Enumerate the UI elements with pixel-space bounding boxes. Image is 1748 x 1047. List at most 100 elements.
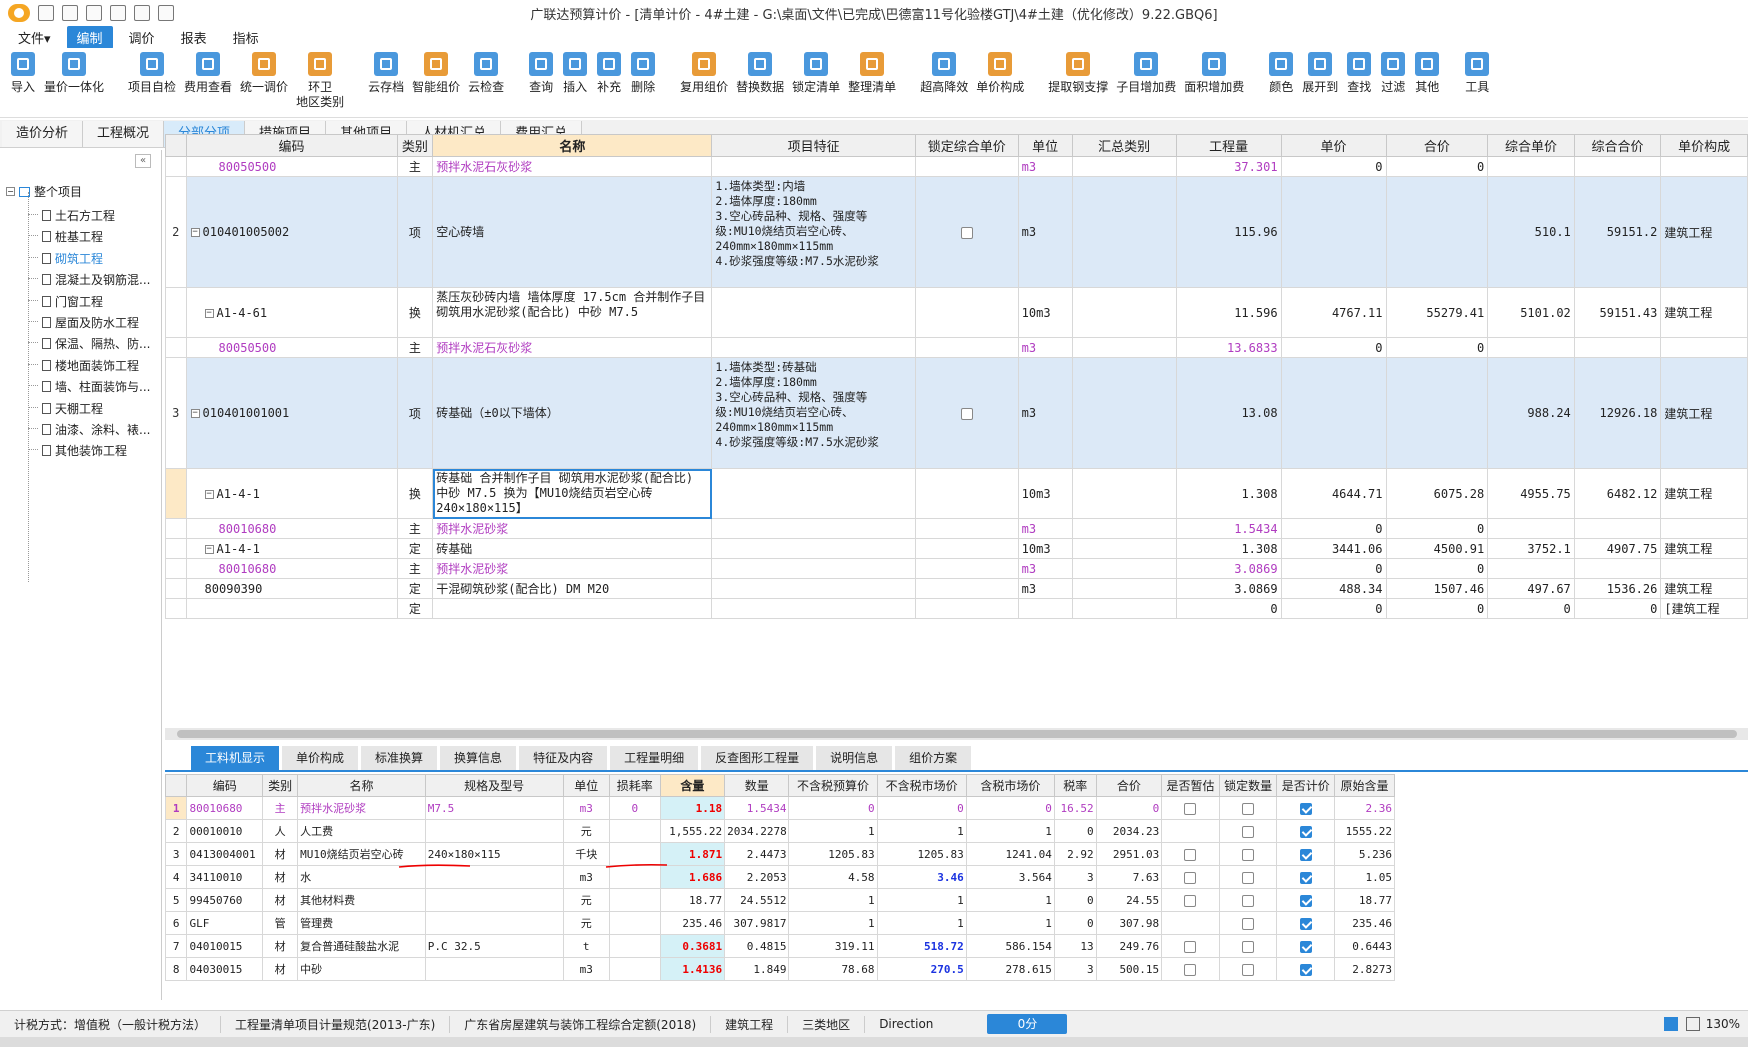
content-cell[interactable]: 1.686 bbox=[659, 865, 726, 889]
total-cell[interactable] bbox=[1385, 176, 1489, 288]
detail-tab[interactable]: 反查图形工程量 bbox=[701, 746, 814, 770]
composite-total-cell[interactable]: 59151.2 bbox=[1573, 176, 1662, 288]
column-header[interactable]: 工程量 bbox=[1175, 134, 1282, 157]
type-cell[interactable]: 材 bbox=[262, 957, 299, 981]
quantity-cell[interactable]: 0.4815 bbox=[724, 934, 790, 958]
tree-item[interactable]: 桩基工程 bbox=[28, 228, 103, 245]
lock-quantity-checkbox[interactable] bbox=[1242, 917, 1255, 930]
toolbar-button[interactable]: 查找 bbox=[1342, 48, 1376, 117]
lock-quantity-checkbox[interactable] bbox=[1242, 802, 1255, 815]
tree-item[interactable]: 土石方工程 bbox=[28, 207, 115, 224]
market-price-cell[interactable]: 3.46 bbox=[876, 865, 967, 889]
total-cell[interactable]: 500.15 bbox=[1095, 957, 1163, 981]
row-number[interactable] bbox=[165, 518, 187, 539]
tree-item[interactable]: 墙、柱面装饰与... bbox=[28, 378, 150, 395]
lock-checkbox[interactable] bbox=[960, 407, 973, 420]
price-cell[interactable]: 0 bbox=[1280, 518, 1387, 539]
bill-row[interactable]: 80010680 主预拌水泥砂浆 m3 1.5434 0 0 bbox=[165, 518, 1748, 539]
price-composition-cell[interactable]: 建筑工程 bbox=[1660, 578, 1748, 599]
original-content-cell[interactable]: 2.36 bbox=[1334, 796, 1395, 820]
unit-cell[interactable]: 10m3 bbox=[1017, 468, 1073, 519]
row-number[interactable]: 3 bbox=[165, 357, 187, 469]
feature-cell[interactable] bbox=[711, 468, 916, 519]
original-content-cell[interactable]: 2.8273 bbox=[1334, 957, 1395, 981]
tree-item[interactable]: 保温、隔热、防... bbox=[28, 335, 150, 352]
total-cell[interactable]: 2951.03 bbox=[1095, 842, 1163, 866]
total-cell[interactable]: 7.63 bbox=[1095, 865, 1163, 889]
column-header[interactable]: 名称 bbox=[297, 774, 426, 797]
column-header[interactable] bbox=[164, 774, 188, 797]
budget-price-cell[interactable]: 0 bbox=[788, 796, 878, 820]
composite-total-cell[interactable]: 6482.12 bbox=[1573, 468, 1662, 519]
menu-item[interactable]: 调价 bbox=[119, 26, 165, 49]
column-header[interactable]: 综合单价 bbox=[1487, 134, 1575, 157]
unit-cell[interactable]: 10m3 bbox=[1017, 538, 1073, 559]
tax-market-price-cell[interactable]: 1241.04 bbox=[965, 842, 1055, 866]
loss-rate-cell[interactable]: 0 bbox=[608, 796, 661, 820]
priced-checkbox[interactable] bbox=[1299, 871, 1312, 884]
composite-total-cell[interactable] bbox=[1573, 558, 1662, 579]
quantity-cell[interactable]: 37.301 bbox=[1175, 156, 1282, 177]
name-cell[interactable]: 人工费 bbox=[297, 819, 426, 843]
summary-cell[interactable] bbox=[1071, 337, 1177, 358]
name-cell[interactable]: 管理费 bbox=[297, 911, 426, 935]
priced-checkbox[interactable] bbox=[1299, 917, 1312, 930]
summary-cell[interactable] bbox=[1071, 468, 1177, 519]
priced-cell[interactable] bbox=[1276, 911, 1336, 935]
total-cell[interactable]: 2034.23 bbox=[1095, 819, 1163, 843]
quantity-cell[interactable]: 3.0869 bbox=[1175, 558, 1282, 579]
unit-cell[interactable]: 元 bbox=[562, 888, 610, 912]
code-cell[interactable]: 80050500 bbox=[185, 337, 398, 358]
composite-total-cell[interactable]: 1536.26 bbox=[1573, 578, 1662, 599]
quantity-cell[interactable]: 1.308 bbox=[1175, 538, 1282, 559]
column-header[interactable]: 单位 bbox=[562, 774, 610, 797]
view-normal-icon[interactable] bbox=[1664, 1017, 1678, 1031]
column-header[interactable]: 规格及型号 bbox=[424, 774, 564, 797]
composite-price-cell[interactable]: 497.67 bbox=[1487, 578, 1575, 599]
type-cell[interactable]: 主 bbox=[396, 337, 434, 358]
toolbar-button[interactable]: 锁定清单 bbox=[788, 48, 844, 117]
row-number[interactable]: 1 bbox=[164, 796, 188, 820]
detail-tab[interactable]: 工程量明细 bbox=[610, 746, 699, 770]
total-cell[interactable]: 0 bbox=[1385, 156, 1489, 177]
lock-price-cell[interactable] bbox=[914, 578, 1019, 599]
lock-price-cell[interactable] bbox=[914, 357, 1019, 469]
price-composition-cell[interactable] bbox=[1660, 156, 1748, 177]
composite-total-cell[interactable]: 12926.18 bbox=[1573, 357, 1662, 469]
bill-row[interactable]: 定 0 0 0 0 0 [建筑工程 bbox=[165, 598, 1748, 619]
market-price-cell[interactable]: 1 bbox=[876, 911, 967, 935]
content-cell[interactable]: 0.3681 bbox=[659, 934, 726, 958]
priced-checkbox[interactable] bbox=[1299, 894, 1312, 907]
type-cell[interactable]: 定 bbox=[396, 538, 434, 559]
composite-price-cell[interactable] bbox=[1487, 156, 1575, 177]
composite-price-cell[interactable]: 0 bbox=[1487, 598, 1575, 619]
priced-cell[interactable] bbox=[1276, 934, 1336, 958]
feature-cell[interactable]: 1.墙体类型:内墙 2.墙体厚度:180mm 3.空心砖品种、规格、强度等级:M… bbox=[711, 176, 916, 288]
menu-item[interactable]: 编制 bbox=[66, 25, 113, 49]
material-row[interactable]: 3 0413004001 材 MU10烧结页岩空心砖 240×180×115 千块 1.87… bbox=[164, 842, 1395, 866]
estimate-checkbox[interactable] bbox=[1184, 963, 1197, 976]
summary-cell[interactable] bbox=[1071, 538, 1177, 559]
bill-row[interactable]: 2−010401005002 项空心砖墙 1.墙体类型:内墙 2.墙体厚度:180m… bbox=[165, 176, 1748, 288]
tax-rate-cell[interactable]: 0 bbox=[1053, 819, 1097, 843]
column-header[interactable]: 损耗率 bbox=[608, 774, 661, 797]
zoom-level[interactable]: 130% bbox=[1706, 1017, 1740, 1031]
code-cell[interactable]: −010401001001 bbox=[185, 357, 398, 469]
name-cell[interactable]: 预拌水泥石灰砂浆 bbox=[432, 337, 713, 358]
bill-row[interactable]: − A1-4-1 定砖基础 10m3 1.308 3441.06 4500.91 3752.1… bbox=[165, 538, 1748, 559]
lock-quantity-checkbox[interactable] bbox=[1242, 963, 1255, 976]
total-cell[interactable]: 307.98 bbox=[1095, 911, 1163, 935]
column-header[interactable]: 项目特征 bbox=[711, 134, 916, 157]
type-cell[interactable]: 管 bbox=[262, 911, 299, 935]
lock-quantity-cell[interactable] bbox=[1218, 957, 1278, 981]
menu-item[interactable]: 指标 bbox=[223, 26, 269, 49]
row-toggle-icon[interactable]: − bbox=[204, 489, 214, 499]
row-number[interactable]: 2 bbox=[164, 819, 188, 843]
quantity-cell[interactable]: 1.849 bbox=[724, 957, 790, 981]
original-content-cell[interactable]: 1.05 bbox=[1334, 865, 1395, 889]
type-cell[interactable]: 材 bbox=[262, 842, 299, 866]
quantity-cell[interactable]: 115.96 bbox=[1175, 176, 1282, 288]
unit-cell[interactable]: m3 bbox=[1017, 337, 1073, 358]
summary-cell[interactable] bbox=[1071, 176, 1177, 288]
total-cell[interactable]: 0 bbox=[1385, 558, 1489, 579]
